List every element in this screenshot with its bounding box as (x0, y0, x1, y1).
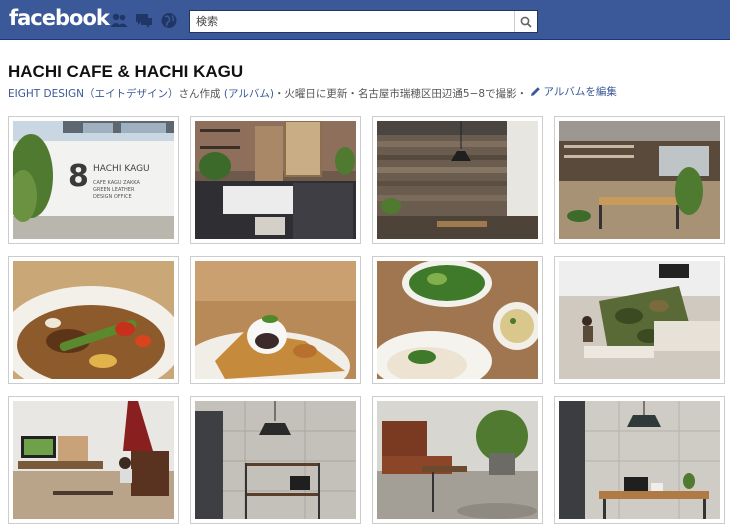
album-meta: EIGHT DESIGN（エイトデザイン）さん作成 (アルバム)・火曜日に更新・… (8, 84, 617, 101)
photo-tile-salad-soup[interactable] (372, 256, 543, 384)
pencil-icon (531, 87, 541, 96)
sign-name: HACHI KAGU (93, 164, 150, 174)
search-box (189, 10, 538, 33)
friends-icon[interactable] (110, 12, 128, 29)
photo-tile-living-room[interactable] (8, 396, 179, 524)
edit-album-label: アルバムを編集 (543, 86, 617, 98)
top-bar: facebook (0, 0, 730, 40)
sign-number: 8 (68, 159, 89, 194)
search-icon (520, 16, 532, 28)
edit-album-link[interactable]: アルバムを編集 (530, 84, 617, 99)
album-title: HACHI CAFE & HACHI KAGU (8, 62, 244, 81)
facebook-logo[interactable]: facebook (9, 6, 110, 30)
album-link[interactable]: (アルバム) (224, 88, 274, 100)
photo-tile-storefront[interactable]: 8 HACHI KAGU CAFE KAGU ZAKKA GREEN LEATH… (8, 116, 179, 244)
sign-line-3: DESIGN OFFICE (93, 194, 132, 200)
photo-tile-armchair[interactable] (372, 396, 543, 524)
photo-grid: 8 HACHI KAGU CAFE KAGU ZAKKA GREEN LEATH… (8, 116, 725, 531)
photo-tile-counter[interactable] (190, 116, 361, 244)
photo-tile-desk-laptop[interactable] (554, 396, 725, 524)
updated-text: ・火曜日に更新・ (273, 88, 358, 100)
sign-line-2: GREEN LEATHER (93, 187, 135, 193)
author-suffix: さん作成 (178, 88, 221, 100)
author-link[interactable]: EIGHT DESIGN（エイトデザイン） (8, 88, 179, 100)
search-input[interactable] (190, 11, 516, 32)
photo-tile-curry[interactable] (8, 256, 179, 384)
messages-icon[interactable] (135, 12, 153, 29)
search-button[interactable] (514, 11, 537, 32)
notifications-globe-icon[interactable] (160, 12, 178, 29)
photo-tile-dining-room[interactable] (554, 116, 725, 244)
photo-tile-wood-wall[interactable] (372, 116, 543, 244)
photo-tile-dessert[interactable] (190, 256, 361, 384)
sign-line-1: CAFE KAGU ZAKKA (93, 180, 140, 186)
photo-tile-shelf-lamp[interactable] (190, 396, 361, 524)
location-text: 名古屋市瑞穂区田辺通5−8で撮影・ (357, 88, 528, 100)
photo-tile-camo-sofa[interactable] (554, 256, 725, 384)
